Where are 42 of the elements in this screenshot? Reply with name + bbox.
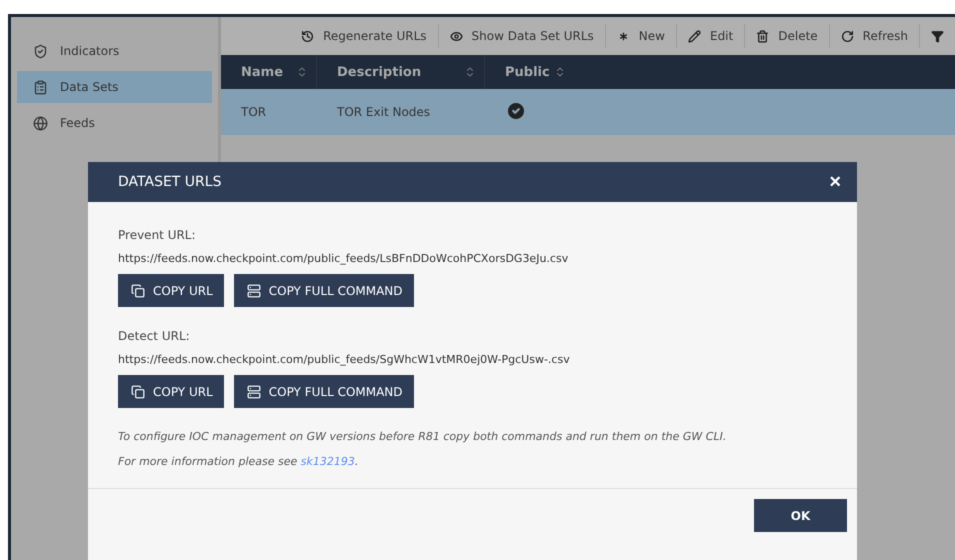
url-text: https://feeds.now.checkpoint.com/public_feeds/LsBFnDDoWcohPCXorsDG3eJu.csv xyxy=(118,252,570,265)
sk-link[interactable]: sk132193 xyxy=(300,455,355,468)
close-button[interactable]: × xyxy=(827,170,843,194)
server-icon xyxy=(246,284,261,298)
shield-icon xyxy=(33,44,48,58)
url-label: Detect URL: xyxy=(118,329,191,343)
filter-icon xyxy=(931,30,944,42)
sidebar-item[interactable]: Feeds xyxy=(17,107,212,139)
toolbar-button[interactable]: New xyxy=(604,24,676,48)
toolbar-button[interactable]: Delete xyxy=(744,24,829,48)
table-cell-text: TOR xyxy=(240,105,268,119)
sidebar-item[interactable]: Indicators xyxy=(17,35,212,67)
copy-url-button[interactable]: COPY URL xyxy=(118,274,224,307)
sort-icon xyxy=(296,66,308,78)
sidebar-item[interactable]: Data Sets xyxy=(17,71,212,103)
copy-icon xyxy=(131,284,145,298)
table-cell-text: TOR Exit Nodes xyxy=(336,105,432,119)
toolbar-button[interactable]: Edit xyxy=(676,24,744,48)
copy-url-button[interactable]: COPY URL xyxy=(118,375,224,408)
history-icon xyxy=(301,30,314,42)
copy-icon xyxy=(131,384,145,398)
trash-icon xyxy=(756,30,770,42)
dialog-title: DATASET URLS xyxy=(118,174,222,190)
globe-icon xyxy=(33,116,48,130)
toolbar-button[interactable]: Show Data Set URLs xyxy=(438,24,605,48)
url-label: Prevent URL: xyxy=(118,228,197,242)
toolbar-button[interactable]: Regenerate URLs xyxy=(290,24,438,48)
copy-command-button[interactable]: COPY FULL COMMAND xyxy=(234,274,414,307)
refresh-icon xyxy=(840,30,854,42)
column-header[interactable]: Public xyxy=(485,55,955,89)
pencil-icon xyxy=(688,30,701,42)
eye-icon xyxy=(450,30,463,42)
note-text: To configure IOC management on GW versions before R81 copy both commands and run them on the GW CLI. xyxy=(118,430,728,443)
ok-button[interactable]: OK xyxy=(754,499,847,532)
url-text: https://feeds.now.checkpoint.com/public_feeds/SgWhcW1vtMR0ej0W-PgcUsw-.csv xyxy=(118,353,571,366)
sort-icon xyxy=(464,66,476,78)
info-text: For more information please see sk132193. xyxy=(118,455,360,468)
clipboard-icon xyxy=(33,80,48,94)
server-icon xyxy=(246,384,261,398)
toolbar-button[interactable]: Refresh xyxy=(828,24,919,48)
copy-command-button[interactable]: COPY FULL COMMAND xyxy=(234,375,414,408)
table-row[interactable]: TOR TOR Exit Nodes xyxy=(221,89,955,135)
